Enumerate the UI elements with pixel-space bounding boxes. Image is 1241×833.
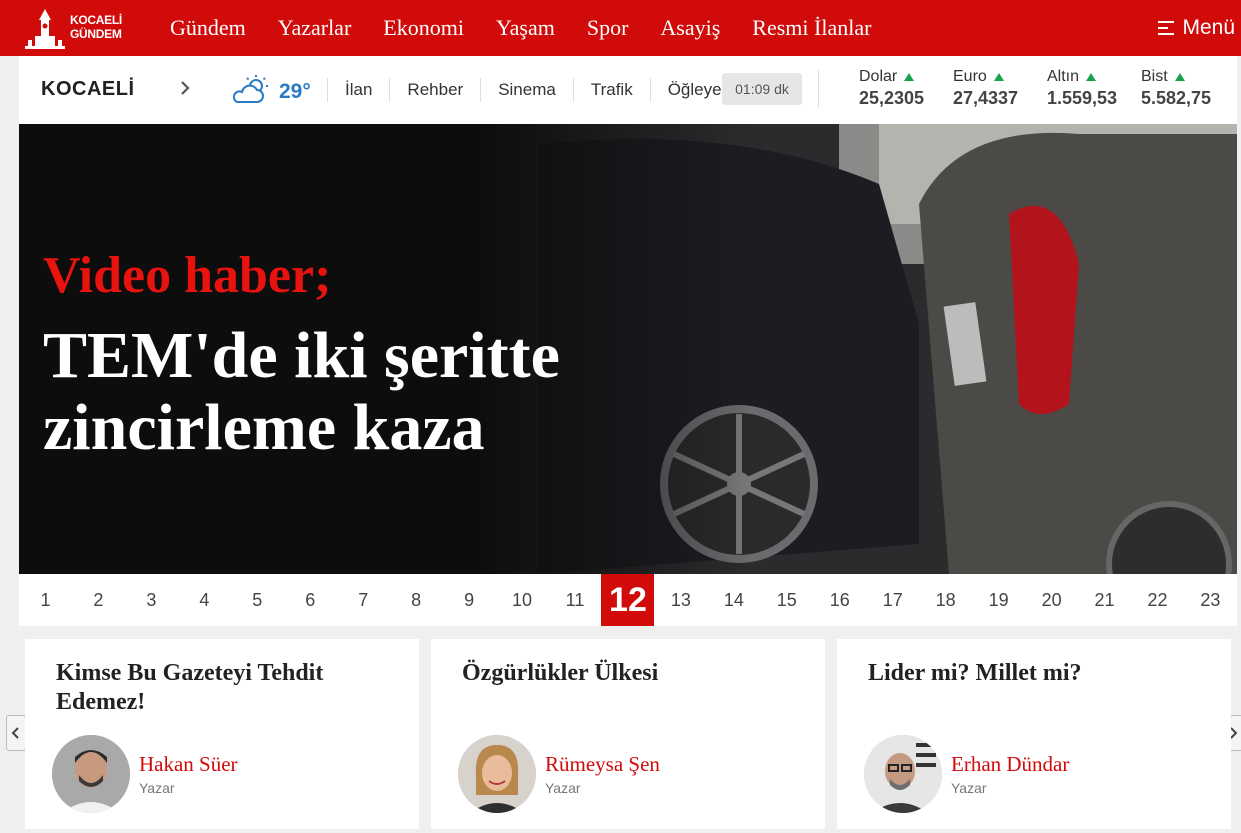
- info-link-trafik[interactable]: Trafik: [572, 78, 650, 102]
- column-title[interactable]: Kimse Bu Gazeteyi Tehdit Edemez!: [56, 659, 386, 717]
- nav-link-resmi-ilanlar[interactable]: Resmi İlanlar: [736, 15, 887, 41]
- page-13[interactable]: 13: [654, 590, 707, 611]
- currency-value: 27,4337: [953, 88, 1019, 108]
- page-9[interactable]: 9: [443, 590, 496, 611]
- author-name[interactable]: Erhan Dündar: [951, 752, 1069, 777]
- author-role: Yazar: [545, 780, 581, 796]
- hero-slider[interactable]: Video haber; TEM'de iki şeritte zincirle…: [19, 124, 1237, 574]
- page-15[interactable]: 15: [760, 590, 813, 611]
- author-name[interactable]: Hakan Süer: [139, 752, 238, 777]
- page-19[interactable]: 19: [972, 590, 1025, 611]
- column-title[interactable]: Lider mi? Millet mi?: [868, 659, 1198, 688]
- currency-name: Bist: [1141, 68, 1168, 85]
- currency-rates: Dolar 25,2305 Euro 27,4337 Altın 1.559,5…: [859, 68, 1235, 109]
- currency-name: Euro: [953, 68, 987, 85]
- page-10[interactable]: 10: [496, 590, 549, 611]
- info-link-ilan[interactable]: İlan: [327, 78, 389, 102]
- currency-value: 25,2305: [859, 88, 925, 108]
- page-12-active[interactable]: 12: [601, 574, 655, 626]
- trend-up-icon: [1174, 73, 1185, 81]
- currency-euro[interactable]: Euro 27,4337: [953, 68, 1047, 109]
- nav-link-yazarlar[interactable]: Yazarlar: [262, 15, 368, 41]
- trend-up-icon: [1086, 73, 1097, 81]
- nav-link-ekonomi[interactable]: Ekonomi: [367, 15, 480, 41]
- slider-pager: 1 2 3 4 5 6 7 8 9 10 11 12 13 14 15 16 1…: [19, 574, 1237, 626]
- hero-kicker: Video haber;: [43, 247, 332, 304]
- page-8[interactable]: 8: [390, 590, 443, 611]
- menu-button[interactable]: Menü: [1158, 0, 1235, 56]
- trend-up-icon: [993, 73, 1004, 81]
- page-7[interactable]: 7: [337, 590, 390, 611]
- page-6[interactable]: 6: [284, 590, 337, 611]
- column-card[interactable]: Özgürlükler Ülkesi Rümeysa Şen Yazar: [431, 639, 825, 829]
- currency-altin[interactable]: Altın 1.559,53: [1047, 68, 1141, 109]
- info-bar: KOCAELİ 29° İlan Rehber Sinema Trafik Öğ…: [19, 56, 1237, 124]
- currency-name: Dolar: [859, 68, 898, 85]
- carousel-prev-button[interactable]: [6, 715, 26, 751]
- site-logo[interactable]: KOCAELİ GÜNDEM: [22, 6, 132, 52]
- currency-dolar[interactable]: Dolar 25,2305: [859, 68, 953, 109]
- logo-line-1: KOCAELİ: [70, 13, 122, 27]
- nav-link-gundem[interactable]: Gündem: [154, 15, 262, 41]
- hero-title[interactable]: TEM'de iki şeritte zincirleme kaza: [43, 320, 743, 464]
- author-photo: [458, 735, 536, 813]
- main-nav: Gündem Yazarlar Ekonomi Yaşam Spor Asayi…: [154, 0, 887, 56]
- temperature: 29°: [279, 80, 311, 103]
- logo-line-2: GÜNDEM: [70, 27, 122, 41]
- currency-value: 1.559,53: [1047, 88, 1118, 108]
- chevron-left-icon: [11, 727, 19, 739]
- clock-tower-icon: [25, 9, 65, 49]
- page-2[interactable]: 2: [72, 590, 125, 611]
- prayer-label: Öğleye: [649, 78, 734, 102]
- column-title[interactable]: Özgürlükler Ülkesi: [462, 659, 792, 688]
- page-11[interactable]: 11: [549, 590, 602, 611]
- author-photo: [52, 735, 130, 813]
- info-link-sinema[interactable]: Sinema: [480, 78, 573, 102]
- page-4[interactable]: 4: [178, 590, 231, 611]
- nav-link-asayis[interactable]: Asayiş: [644, 15, 736, 41]
- page-17[interactable]: 17: [866, 590, 919, 611]
- page-14[interactable]: 14: [707, 590, 760, 611]
- page-3[interactable]: 3: [125, 590, 178, 611]
- currency-name: Altın: [1047, 68, 1080, 85]
- page-20[interactable]: 20: [1025, 590, 1078, 611]
- column-card[interactable]: Lider mi? Millet mi? Erhan Dündar Yazar: [837, 639, 1231, 829]
- author-name[interactable]: Rümeysa Şen: [545, 752, 660, 777]
- city-name[interactable]: KOCAELİ: [41, 78, 135, 101]
- divider: [818, 70, 819, 108]
- menu-label: Menü: [1182, 16, 1235, 39]
- info-links: İlan Rehber Sinema Trafik Öğleye: [327, 76, 734, 104]
- menu-icon: [1158, 21, 1175, 35]
- chevron-right-icon[interactable]: [179, 80, 191, 96]
- page-5[interactable]: 5: [231, 590, 284, 611]
- page-18[interactable]: 18: [919, 590, 972, 611]
- author-avatar[interactable]: [864, 735, 942, 813]
- author-role: Yazar: [951, 780, 987, 796]
- author-photo: [864, 735, 942, 813]
- column-card[interactable]: Kimse Bu Gazeteyi Tehdit Edemez! Hakan S…: [25, 639, 419, 829]
- author-role: Yazar: [139, 780, 175, 796]
- currency-value: 5.582,75: [1141, 88, 1212, 108]
- prayer-countdown: 01:09 dk: [722, 73, 802, 105]
- page-23[interactable]: 23: [1184, 590, 1237, 611]
- trend-up-icon: [904, 73, 915, 81]
- partly-cloudy-icon: [232, 75, 268, 103]
- author-avatar[interactable]: [52, 735, 130, 813]
- currency-bist[interactable]: Bist 5.582,75: [1141, 68, 1235, 109]
- page-22[interactable]: 22: [1131, 590, 1184, 611]
- page-1[interactable]: 1: [19, 590, 72, 611]
- nav-link-yasam[interactable]: Yaşam: [480, 15, 571, 41]
- info-link-rehber[interactable]: Rehber: [389, 78, 480, 102]
- top-nav: KOCAELİ GÜNDEM Gündem Yazarlar Ekonomi Y…: [0, 0, 1241, 56]
- author-avatar[interactable]: [458, 735, 536, 813]
- page-21[interactable]: 21: [1078, 590, 1131, 611]
- nav-link-spor[interactable]: Spor: [571, 15, 645, 41]
- page-16[interactable]: 16: [813, 590, 866, 611]
